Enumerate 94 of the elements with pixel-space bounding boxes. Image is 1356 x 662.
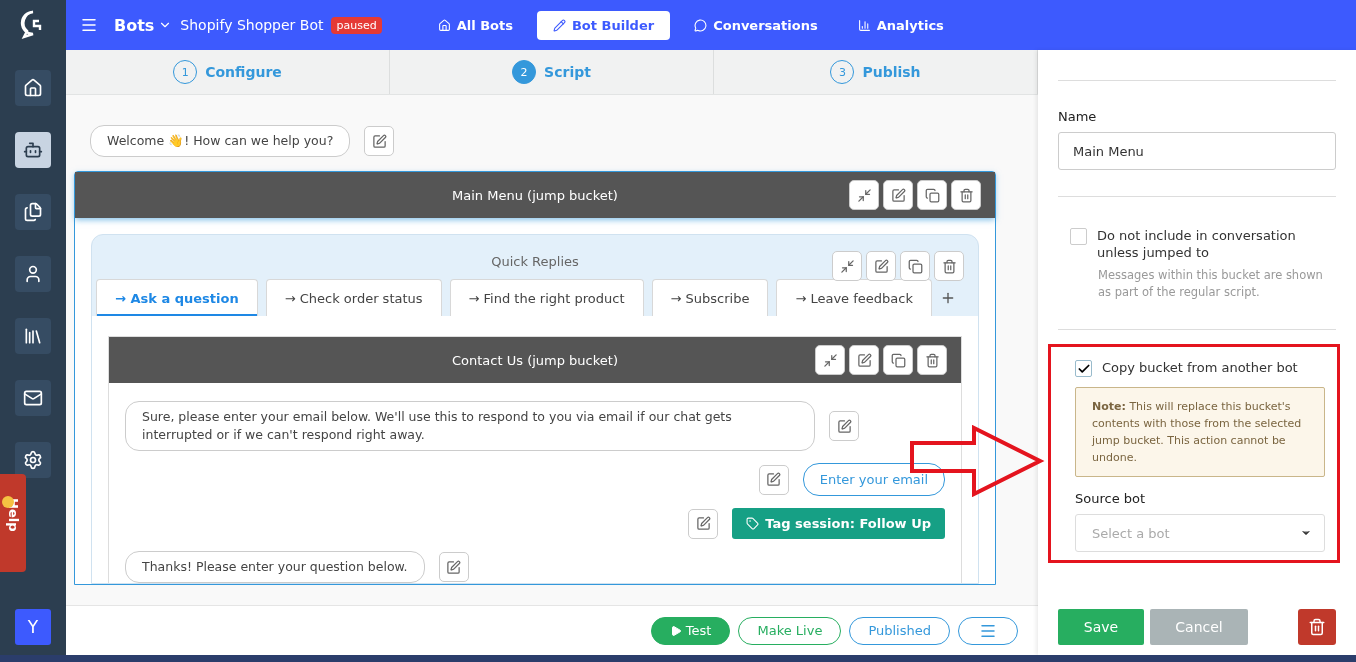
edit-icon <box>371 133 387 149</box>
settings-icon <box>23 450 43 470</box>
user-avatar[interactable]: Y <box>15 609 51 645</box>
edit-icon <box>890 187 906 203</box>
edit-button[interactable] <box>829 411 859 441</box>
trash-icon <box>958 187 974 203</box>
quick-reply-tab[interactable]: → Subscribe <box>651 279 769 316</box>
nav-tab[interactable]: Analytics <box>841 10 960 40</box>
edit-button[interactable] <box>849 345 879 375</box>
name-label: Name <box>1058 109 1098 124</box>
trash-icon <box>941 258 957 274</box>
edit-icon <box>856 352 872 368</box>
nav-tab[interactable]: Bot Builder <box>536 10 671 40</box>
checkbox[interactable] <box>1075 360 1092 377</box>
home-icon <box>23 78 43 98</box>
shrink-arrows-icon <box>839 258 855 274</box>
published-button[interactable]: Published <box>849 616 950 645</box>
section-title[interactable]: Bots <box>114 15 155 35</box>
sidebar-item[interactable] <box>15 256 51 292</box>
delete-button[interactable] <box>917 345 947 375</box>
source-bot-label: Source bot <box>1075 491 1147 506</box>
tag-icon <box>746 517 760 530</box>
warning-note: Note: This will replace this bucket's contents with those from the selected jump bucket. This action cannot be undone. <box>1075 387 1325 477</box>
bot-message: Sure, please enter your email below. We'll use this to respond to you via email if our chat gets interrupted or if we can't respond right away. <box>125 401 815 451</box>
edit-button[interactable] <box>688 508 719 539</box>
chat-bubble-icon <box>694 18 708 32</box>
collapse-button[interactable] <box>849 180 879 210</box>
tag-session-button[interactable]: Tag session: Follow Up <box>732 508 945 539</box>
books-icon <box>23 326 43 346</box>
checkbox-label: Do not include in conversation unless jumped to <box>1097 227 1297 261</box>
step-tab[interactable]: 2 Script <box>390 50 714 94</box>
edit-icon <box>446 559 462 575</box>
edit-button[interactable] <box>438 552 469 582</box>
email-input-button[interactable]: Enter your email <box>802 463 945 496</box>
edit-button[interactable] <box>866 251 896 281</box>
checkbox[interactable] <box>1070 228 1087 245</box>
test-button[interactable]: Test <box>650 616 731 645</box>
quick-reply-tab[interactable]: → Ask a question <box>96 279 258 316</box>
trash-icon <box>1308 618 1326 636</box>
nav-tab[interactable]: Conversations <box>678 10 834 40</box>
collapse-button[interactable] <box>832 251 862 281</box>
duplicate-button[interactable] <box>917 180 947 210</box>
make-live-button[interactable]: Make Live <box>738 616 842 645</box>
play-icon <box>669 624 682 637</box>
quick-reply-tab[interactable]: → Check order status <box>265 279 442 316</box>
nav-tab[interactable]: All Bots <box>421 10 529 40</box>
edit-button[interactable] <box>758 464 789 495</box>
help-text: Messages within this bucket are shown as part of the regular script. <box>1098 267 1324 301</box>
bot-name: Shopify Shopper Bot <box>180 17 324 33</box>
bucket-title: Main Menu (jump bucket) <box>452 187 618 203</box>
sidebar-item[interactable] <box>15 70 51 106</box>
delete-button[interactable] <box>1298 609 1336 645</box>
duplicate-button[interactable] <box>900 251 930 281</box>
shrink-arrows-icon <box>822 352 838 368</box>
sidebar-item[interactable] <box>15 380 51 416</box>
bot-message: Thanks! Please enter your question below. <box>125 551 425 583</box>
status-badge: paused <box>331 16 382 34</box>
trash-icon <box>924 352 940 368</box>
delete-button[interactable] <box>934 251 964 281</box>
home-icon <box>437 18 451 32</box>
checkbox-label: Copy bucket from another bot <box>1102 359 1298 376</box>
robot-icon <box>23 140 43 160</box>
quick-reply-tab[interactable]: → Leave feedback <box>776 279 932 316</box>
copy-icon <box>907 258 923 274</box>
name-field[interactable]: Main Menu <box>1058 132 1336 170</box>
sidebar-item[interactable] <box>15 442 51 478</box>
sidebar-item[interactable] <box>15 132 51 168</box>
sidebar-item[interactable] <box>15 318 51 354</box>
edit-icon <box>873 258 889 274</box>
sidebar-item[interactable] <box>15 194 51 230</box>
collapse-button[interactable] <box>815 345 845 375</box>
quick-replies-title: Quick Replies <box>491 253 579 269</box>
edit-icon <box>766 472 782 487</box>
delete-button[interactable] <box>951 180 981 210</box>
welcome-message: Welcome 👋! How can we help you? <box>90 125 351 157</box>
bucket-title: Contact Us (jump bucket) <box>452 352 618 368</box>
edit-icon <box>836 418 852 434</box>
pencil-icon <box>552 18 566 32</box>
bar-chart-icon <box>857 18 871 32</box>
shrink-arrows-icon <box>856 187 872 203</box>
edit-button[interactable] <box>883 180 913 210</box>
edit-button[interactable] <box>364 126 395 156</box>
copy-icon <box>890 352 906 368</box>
menu-button[interactable] <box>958 616 1018 645</box>
save-button[interactable]: Save <box>1058 609 1144 645</box>
edit-icon <box>695 516 711 531</box>
duplicate-button[interactable] <box>883 345 913 375</box>
mail-icon <box>23 388 43 408</box>
menu-icon[interactable] <box>80 16 98 34</box>
quick-reply-tab[interactable]: → Find the right product <box>449 279 644 316</box>
copy-icon <box>924 187 940 203</box>
person-icon <box>23 264 43 284</box>
step-tab[interactable]: 1 Configure <box>66 50 390 94</box>
pages-icon <box>23 202 43 222</box>
